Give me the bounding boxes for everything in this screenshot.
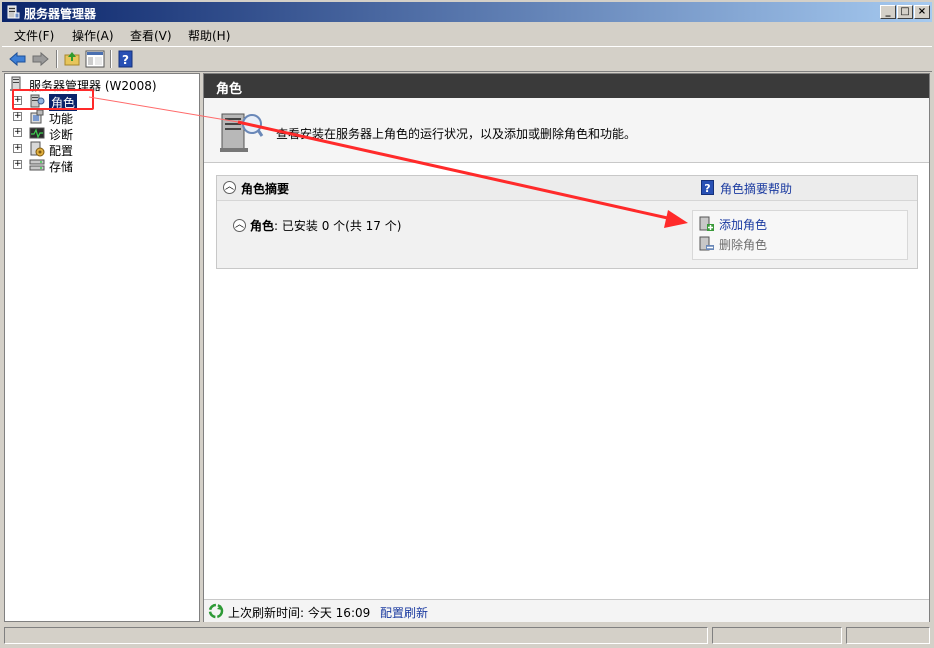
svg-text:?: ? xyxy=(704,182,710,195)
roles-label: 角色 xyxy=(250,219,275,233)
server-manager-app-icon xyxy=(7,5,20,19)
configure-refresh-link[interactable]: 配置刷新 xyxy=(380,604,428,621)
intro-text: 查看安装在服务器上角色的运行状况，以及添加或删除角色和功能。 xyxy=(276,127,637,141)
close-icon: × xyxy=(917,6,927,17)
tree-item-label: 存储 xyxy=(49,160,74,174)
server-manager-window: 服务器管理器 _ □ × 文件(F) 操作(A) 查看(V) 帮助(H) ? 服… xyxy=(0,0,934,648)
title-bar[interactable]: 服务器管理器 _ □ × xyxy=(2,2,932,22)
intro-band: 查看安装在服务器上角色的运行状况，以及添加或删除角色和功能。 xyxy=(204,98,929,163)
expand-icon[interactable]: + xyxy=(13,128,22,137)
collapse-icon[interactable]: ︿ xyxy=(233,219,246,232)
roles-large-icon xyxy=(220,113,264,152)
tree-item-configuration[interactable]: + 配置 xyxy=(9,141,197,158)
status-segment-main xyxy=(4,627,708,644)
status-segment xyxy=(712,627,842,644)
menu-action[interactable]: 操作(A) xyxy=(72,27,114,44)
expand-icon[interactable]: + xyxy=(13,112,22,121)
features-icon xyxy=(30,109,44,124)
toolbar-separator xyxy=(56,50,58,68)
back-icon[interactable] xyxy=(8,50,28,68)
main-pane: 角色 查看安装在服务器上角色的运行状况，以及添加或删除角色和功能。 ︿ 角色摘要… xyxy=(203,73,930,622)
status-segment xyxy=(846,627,930,644)
refresh-icon xyxy=(208,603,224,619)
toolbar-separator xyxy=(110,50,112,68)
show-hide-tree-icon[interactable] xyxy=(85,50,105,68)
tree-item-diagnostics[interactable]: + 诊断 xyxy=(9,125,197,142)
action-label: 添加角色 xyxy=(719,218,768,232)
status-bar xyxy=(2,625,932,646)
last-refresh-text: 上次刷新时间: 今天 16:09 xyxy=(228,606,371,620)
toolbar: ? xyxy=(2,46,932,72)
menu-help[interactable]: 帮助(H) xyxy=(188,27,230,44)
add-role-icon xyxy=(699,216,714,231)
roles-summary-help-link[interactable]: 角色摘要帮助 xyxy=(720,180,792,197)
minimize-button[interactable]: _ xyxy=(880,5,896,19)
tree-item-storage[interactable]: + 存储 xyxy=(9,157,197,174)
refresh-bar: 上次刷新时间: 今天 16:09 配置刷新 xyxy=(204,599,929,622)
collapse-icon[interactable]: ︿ xyxy=(223,181,236,194)
expand-icon[interactable]: + xyxy=(13,144,22,153)
actions-box: 添加角色 删除角色 xyxy=(692,210,908,260)
forward-icon[interactable] xyxy=(30,50,50,68)
configuration-icon xyxy=(30,141,45,157)
window-title: 服务器管理器 xyxy=(24,7,97,21)
summary-title: 角色摘要 xyxy=(241,182,290,196)
roles-count: : 已安装 0 个(共 17 个) xyxy=(274,219,402,233)
help-book-icon: ? xyxy=(701,180,714,195)
tree-item-features[interactable]: + 功能 xyxy=(9,109,197,126)
remove-role-icon xyxy=(699,236,714,251)
page-title: 角色 xyxy=(216,82,243,97)
console-tree: 服务器管理器 (W2008) + 角色 + 功能 + 诊断 + 配置 + 存储 xyxy=(4,73,200,622)
help-icon[interactable]: ? xyxy=(116,50,136,68)
expand-icon[interactable]: + xyxy=(13,160,22,169)
roles-status: 角色: 已安装 0 个(共 17 个) xyxy=(250,217,401,234)
storage-icon xyxy=(29,159,45,171)
main-header: 角色 xyxy=(204,74,929,98)
action-label: 删除角色 xyxy=(719,238,768,252)
roles-summary-section: ︿ 角色摘要 ? 角色摘要帮助 ︿ 角色: 已安装 0 个(共 17 个) 添加… xyxy=(216,175,918,269)
minimize-icon: _ xyxy=(885,6,891,17)
up-folder-icon[interactable] xyxy=(62,50,82,68)
menu-bar: 文件(F) 操作(A) 查看(V) 帮助(H) xyxy=(2,23,932,45)
svg-text:?: ? xyxy=(122,53,129,67)
summary-header: ︿ 角色摘要 ? 角色摘要帮助 xyxy=(217,176,917,201)
close-button[interactable]: × xyxy=(914,5,930,19)
maximize-button[interactable]: □ xyxy=(897,5,913,19)
annotation-highlight-box xyxy=(12,89,94,110)
menu-file[interactable]: 文件(F) xyxy=(14,27,54,44)
menu-view[interactable]: 查看(V) xyxy=(130,27,172,44)
maximize-icon: □ xyxy=(900,6,910,17)
diagnostics-icon xyxy=(29,127,45,139)
